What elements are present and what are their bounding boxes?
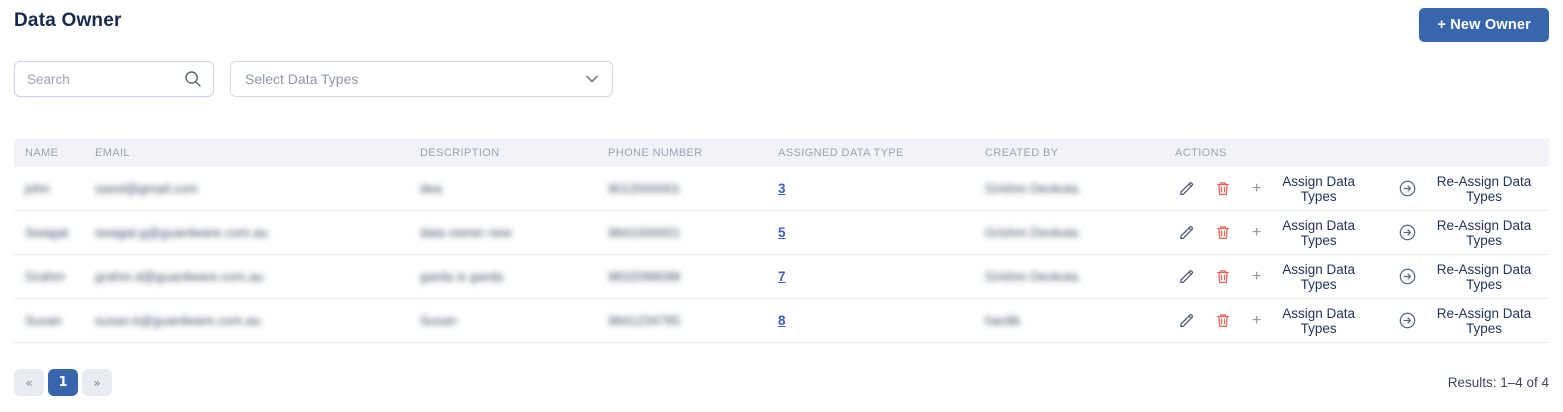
cell-phone: 9841234785: [608, 313, 681, 328]
pagination: « 1 »: [14, 369, 112, 396]
column-header-phone: PHONE NUMBER: [608, 147, 703, 159]
cell-created-by: hardik: [985, 313, 1021, 328]
arrow-right-circle-icon: [1398, 179, 1417, 198]
pencil-icon: [1177, 267, 1196, 286]
column-header-email: EMAIL: [95, 147, 131, 159]
assigned-data-type-link[interactable]: 8: [778, 313, 786, 328]
cell-email: susan.k@guardware.com.au: [95, 313, 261, 328]
edit-button[interactable]: [1175, 309, 1198, 332]
arrow-right-circle-icon: [1398, 267, 1417, 286]
assign-data-types-label: Assign Data Types: [1282, 217, 1356, 248]
data-owner-page: Data Owner + New Owner Select Data Types…: [0, 0, 1563, 412]
column-header-description: DESCRIPTION: [420, 147, 500, 159]
arrow-right-circle-icon: [1398, 223, 1417, 242]
plus-icon: +: [1252, 267, 1262, 285]
reassign-data-types-label: Re-Assign Data Types: [1436, 261, 1532, 292]
search-icon: [183, 69, 203, 89]
reassign-data-types-label: Re-Assign Data Types: [1436, 305, 1532, 336]
cell-email: sasol@gmail.com: [95, 181, 198, 196]
cell-email: grahm.d@guardware.com.au: [95, 269, 264, 284]
assign-data-types-label: Assign Data Types: [1282, 173, 1356, 204]
table-body: john sasol@gmail.com dea 9012000001 3 Gr…: [14, 167, 1549, 343]
cell-description: data owner new: [420, 225, 512, 240]
delete-button[interactable]: [1212, 309, 1234, 332]
pagination-page-1-button[interactable]: 1: [48, 369, 78, 396]
assign-data-types-button[interactable]: + Assign Data Types: [1248, 260, 1374, 294]
new-owner-button[interactable]: + New Owner: [1419, 8, 1549, 42]
pencil-icon: [1177, 311, 1196, 330]
reassign-data-types-button[interactable]: Re-Assign Data Types: [1394, 216, 1549, 250]
cell-name: john: [25, 181, 50, 196]
results-count: Results: 1–4 of 4: [1447, 375, 1549, 390]
search-box[interactable]: [14, 61, 214, 97]
cell-description: Susan: [420, 313, 457, 328]
plus-icon: +: [1252, 311, 1262, 329]
arrow-right-circle-icon: [1398, 311, 1417, 330]
cell-description: garda is garda: [420, 269, 504, 284]
cell-phone: 9012000001: [608, 181, 681, 196]
reassign-data-types-button[interactable]: Re-Assign Data Types: [1394, 260, 1549, 294]
reassign-data-types-button[interactable]: Re-Assign Data Types: [1394, 172, 1549, 206]
cell-phone: 9841000001: [608, 225, 681, 240]
assign-data-types-label: Assign Data Types: [1282, 261, 1356, 292]
reassign-data-types-label: Re-Assign Data Types: [1436, 217, 1532, 248]
row-actions: + Assign Data Types Re-Assign Data Types: [1175, 304, 1549, 338]
cell-created-by: Grishm Devkota: [985, 225, 1079, 240]
cell-created-by: Grishm Devkota: [985, 269, 1079, 284]
filter-bar: Select Data Types: [14, 61, 1549, 97]
cell-name: Susan: [25, 313, 62, 328]
table-row: Grahm grahm.d@guardware.com.au garda is …: [14, 255, 1549, 299]
assigned-data-type-link[interactable]: 5: [778, 225, 786, 240]
pagination-prev-button[interactable]: «: [14, 369, 44, 396]
search-input[interactable]: [27, 71, 183, 87]
plus-icon: +: [1252, 223, 1262, 241]
data-types-select-value: Select Data Types: [245, 71, 359, 87]
plus-icon: +: [1252, 179, 1262, 197]
table-row: john sasol@gmail.com dea 9012000001 3 Gr…: [14, 167, 1549, 211]
data-owner-table: NAME EMAIL DESCRIPTION PHONE NUMBER ASSI…: [14, 139, 1549, 343]
cell-created-by: Grishm Devkota: [985, 181, 1079, 196]
pencil-icon: [1177, 179, 1196, 198]
page-title: Data Owner: [14, 10, 122, 31]
table-row: Susan susan.k@guardware.com.au Susan 984…: [14, 299, 1549, 343]
table-row: Swagat swagat.g@guardware.com.au data ow…: [14, 211, 1549, 255]
trash-icon: [1214, 311, 1232, 330]
delete-button[interactable]: [1212, 177, 1234, 200]
assigned-data-type-link[interactable]: 7: [778, 269, 786, 284]
table-header-row: NAME EMAIL DESCRIPTION PHONE NUMBER ASSI…: [14, 139, 1549, 167]
edit-button[interactable]: [1175, 221, 1198, 244]
row-actions: + Assign Data Types Re-Assign Data Types: [1175, 260, 1549, 294]
row-actions: + Assign Data Types Re-Assign Data Types: [1175, 216, 1549, 250]
column-header-actions: ACTIONS: [1175, 147, 1227, 159]
assign-data-types-button[interactable]: + Assign Data Types: [1248, 304, 1374, 338]
pencil-icon: [1177, 223, 1196, 242]
assign-data-types-button[interactable]: + Assign Data Types: [1248, 216, 1374, 250]
column-header-name: NAME: [25, 147, 59, 159]
delete-button[interactable]: [1212, 265, 1234, 288]
edit-button[interactable]: [1175, 265, 1198, 288]
trash-icon: [1214, 179, 1232, 198]
edit-button[interactable]: [1175, 177, 1198, 200]
trash-icon: [1214, 267, 1232, 286]
cell-email: swagat.g@guardware.com.au: [95, 225, 268, 240]
chevron-down-icon: [586, 75, 598, 83]
assigned-data-type-link[interactable]: 3: [778, 181, 786, 196]
table-footer: « 1 » Results: 1–4 of 4: [14, 369, 1549, 396]
column-header-created-by: CREATED BY: [985, 147, 1059, 159]
reassign-data-types-label: Re-Assign Data Types: [1436, 173, 1532, 204]
column-header-assigned-data-type: ASSIGNED DATA TYPE: [778, 147, 904, 159]
reassign-data-types-button[interactable]: Re-Assign Data Types: [1394, 304, 1549, 338]
cell-phone: 9832098098: [608, 269, 681, 284]
row-actions: + Assign Data Types Re-Assign Data Types: [1175, 172, 1549, 206]
trash-icon: [1214, 223, 1232, 242]
cell-name: Swagat: [25, 225, 69, 240]
delete-button[interactable]: [1212, 221, 1234, 244]
pagination-next-button[interactable]: »: [82, 369, 112, 396]
cell-name: Grahm: [25, 269, 65, 284]
cell-description: dea: [420, 181, 442, 196]
assign-data-types-label: Assign Data Types: [1282, 305, 1356, 336]
top-bar: Data Owner + New Owner: [14, 8, 1549, 42]
assign-data-types-button[interactable]: + Assign Data Types: [1248, 172, 1374, 206]
data-types-select[interactable]: Select Data Types: [230, 61, 613, 97]
